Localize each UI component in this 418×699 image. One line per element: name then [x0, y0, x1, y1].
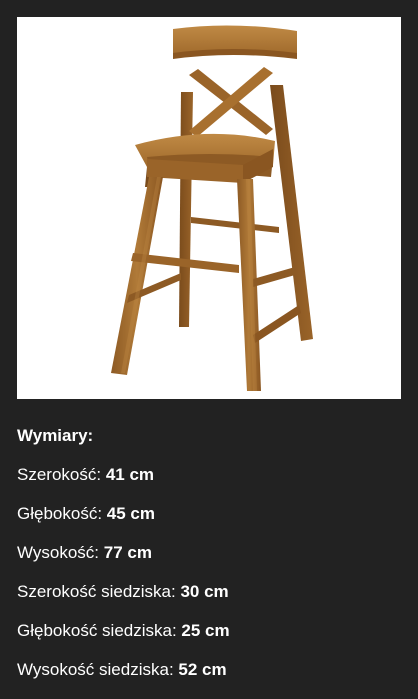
spec-value: 77 cm: [103, 543, 152, 562]
spec-label: Głębokość siedziska:: [17, 621, 177, 640]
dimensions-section: Wymiary: Szerokość: 41 cm Głębokość: 45 …: [17, 423, 408, 696]
spec-label: Szerokość siedziska:: [17, 582, 176, 601]
spec-label: Wysokość siedziska:: [17, 660, 174, 679]
spec-row-height: Wysokość: 77 cm: [17, 540, 408, 566]
spec-label: Głębokość:: [17, 504, 103, 523]
spec-value: 25 cm: [181, 621, 230, 640]
spec-value: 30 cm: [180, 582, 229, 601]
product-image: [17, 17, 401, 399]
spec-label: Szerokość:: [17, 465, 102, 484]
spec-row-seat-width: Szerokość siedziska: 30 cm: [17, 579, 408, 605]
spec-value: 52 cm: [178, 660, 227, 679]
spec-row-seat-depth: Głębokość siedziska: 25 cm: [17, 618, 408, 644]
spec-label: Wysokość:: [17, 543, 100, 562]
spec-row-width: Szerokość: 41 cm: [17, 462, 408, 488]
spec-value: 41 cm: [105, 465, 155, 484]
spec-row-seat-height: Wysokość siedziska: 52 cm: [17, 657, 408, 683]
dimensions-heading: Wymiary:: [17, 426, 94, 445]
chair-photo-icon: [17, 17, 401, 399]
spec-value: 45 cm: [106, 504, 155, 523]
spec-row-depth: Głębokość: 45 cm: [17, 501, 408, 527]
